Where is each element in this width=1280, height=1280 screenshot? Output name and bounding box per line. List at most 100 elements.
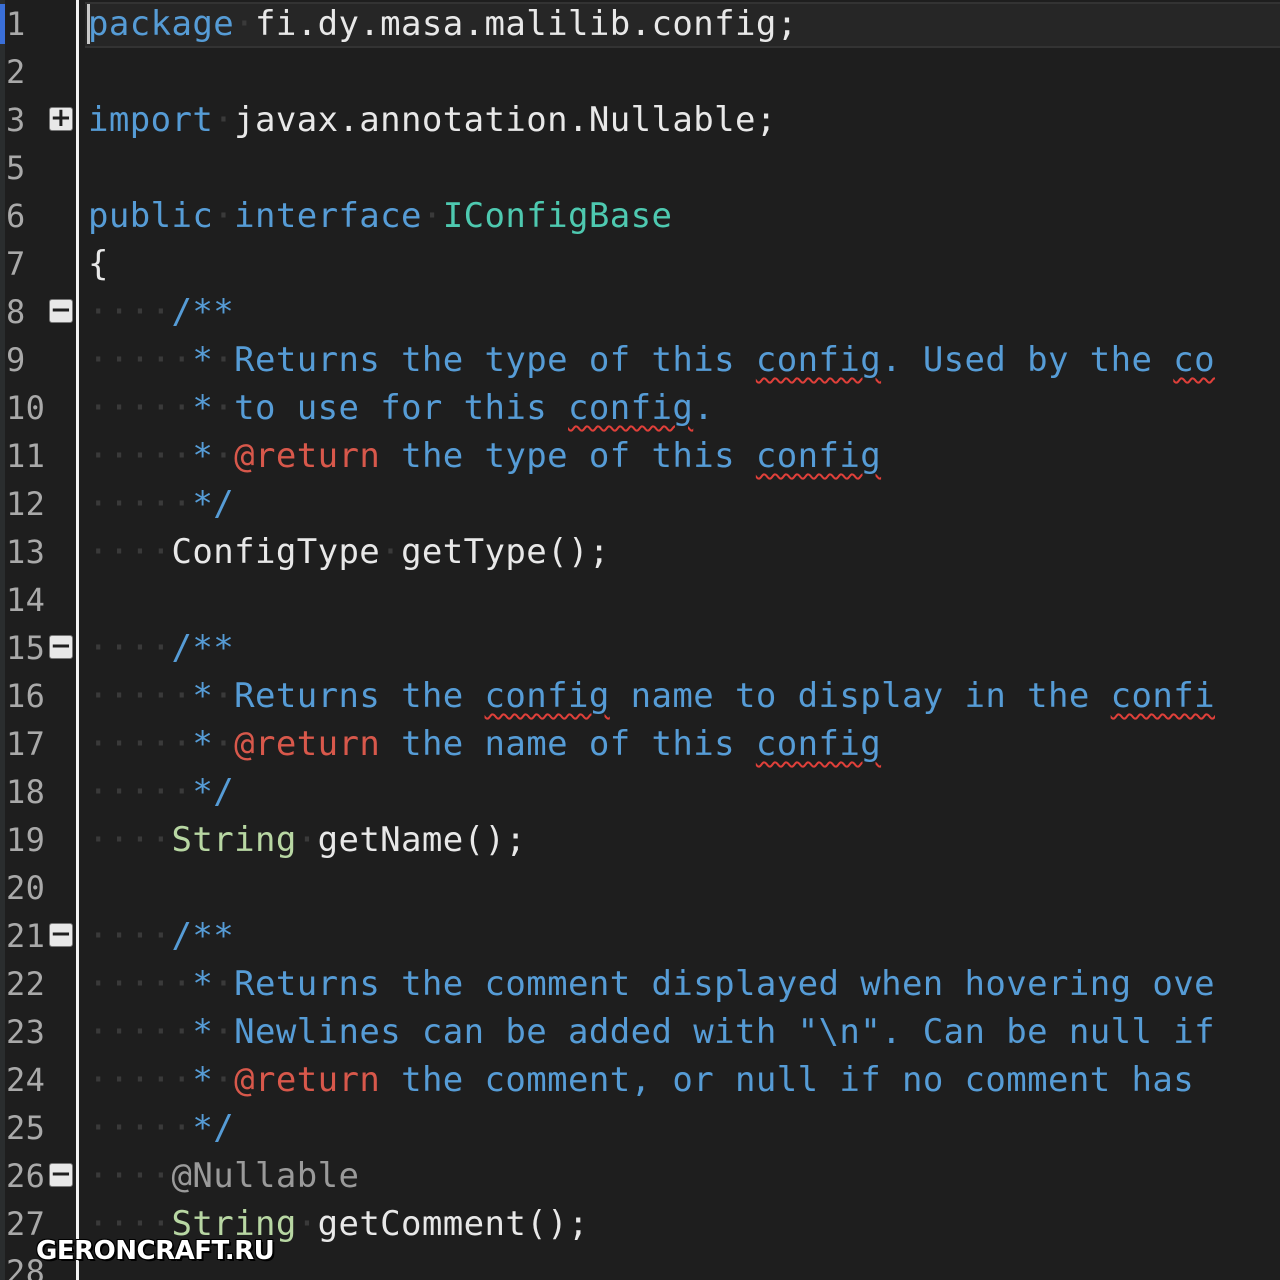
comment-star: *	[192, 1060, 214, 1100]
gutter-border	[76, 0, 79, 1280]
comment-close: */	[192, 1108, 235, 1148]
line-number: 3	[6, 101, 26, 139]
code-line-12[interactable]: ·····*/	[88, 480, 234, 528]
comment-text: the type of this	[380, 436, 756, 476]
javadoc-tag: @return	[234, 436, 381, 476]
code-line-1[interactable]: package·fi.dy.masa.malilib.config;	[88, 0, 798, 48]
collapse-fold-icon[interactable]: −	[49, 1161, 73, 1187]
spell-error: config	[755, 436, 882, 476]
collapse-fold-icon[interactable]: −	[49, 633, 73, 659]
code-editor[interactable]: 1 2 3 5 6 7 8 9 10 11 12 13 14 15 16 17 …	[0, 0, 1280, 1280]
code-line-24[interactable]: ·····*·@return the comment, or null if n…	[88, 1056, 1194, 1104]
line-number: 10	[6, 389, 46, 427]
comment-star: *	[192, 676, 214, 716]
line-number: 2	[6, 53, 26, 91]
code-line-3[interactable]: import·javax.annotation.Nullable;	[88, 96, 777, 144]
comment-star: *	[192, 724, 214, 764]
line-number: 14	[6, 581, 46, 619]
keyword: package	[88, 4, 235, 44]
line-number: 11	[6, 437, 46, 475]
line-number: 18	[6, 773, 46, 811]
annotation: @Nullable	[171, 1156, 360, 1196]
code-line-13[interactable]: ····ConfigType·getType();	[88, 528, 610, 576]
code-line-17[interactable]: ·····*·@return the name of this config	[88, 720, 881, 768]
return-type: ConfigType	[171, 532, 381, 572]
comment-star: *	[192, 340, 214, 380]
comment-open: /**	[171, 628, 235, 668]
line-number: 1	[6, 5, 26, 43]
comment-text: .	[693, 388, 715, 428]
code-line-26[interactable]: ····@Nullable	[88, 1152, 359, 1200]
javadoc-tag: @return	[234, 1060, 381, 1100]
comment-text: . Used by the	[881, 340, 1174, 380]
comment-text: Newlines can be added with "\n". Can be …	[234, 1012, 1215, 1052]
code-line-21[interactable]: ····/**	[88, 912, 234, 960]
line-number: 12	[6, 485, 46, 523]
code-line-9[interactable]: ·····*·Returns the type of this config. …	[88, 336, 1215, 384]
code-line-6[interactable]: public·interface·IConfigBase	[88, 192, 672, 240]
comment-open: /**	[171, 916, 235, 956]
comment-text: name to display in the	[609, 676, 1111, 716]
code-line-25[interactable]: ·····*/	[88, 1104, 234, 1152]
code-line-23[interactable]: ·····*·Newlines can be added with "\n". …	[88, 1008, 1215, 1056]
spell-error: co	[1173, 340, 1216, 380]
method-declaration: getType();	[401, 532, 610, 572]
line-number: 7	[6, 245, 26, 283]
code-line-19[interactable]: ····String·getName();	[88, 816, 526, 864]
code-line-15[interactable]: ····/**	[88, 624, 234, 672]
comment-star: *	[192, 436, 214, 476]
line-number: 25	[6, 1109, 46, 1147]
collapse-fold-icon[interactable]: −	[49, 921, 73, 947]
line-number: 15	[6, 629, 46, 667]
keyword: public	[88, 196, 214, 236]
comment-star: *	[192, 1012, 214, 1052]
watermark-logo: GERONCRAFT.RU	[36, 1236, 275, 1266]
comment-close: */	[192, 772, 235, 812]
code-line-18[interactable]: ·····*/	[88, 768, 234, 816]
code-line-8[interactable]: ····/**	[88, 288, 234, 336]
keyword: import	[88, 100, 214, 140]
line-number: 6	[6, 197, 26, 235]
spell-error: config	[755, 724, 882, 764]
code-line-11[interactable]: ·····*·@return the type of this config	[88, 432, 881, 480]
keyword: interface	[234, 196, 422, 236]
spell-error: config	[484, 676, 610, 716]
code-line-10[interactable]: ·····*·to use for this config.	[88, 384, 714, 432]
interface-name: IConfigBase	[442, 196, 673, 236]
comment-star: *	[192, 964, 214, 1004]
spell-error: confi	[1110, 676, 1215, 716]
comment-text: the comment, or null if no comment has	[380, 1060, 1195, 1100]
comment-text: Returns the	[234, 676, 485, 716]
line-number: 24	[6, 1061, 46, 1099]
comment-text: the name of this	[380, 724, 756, 764]
code-line-16[interactable]: ·····*·Returns the config name to displa…	[88, 672, 1215, 720]
spell-error: config	[755, 340, 882, 380]
javadoc-tag: @return	[234, 724, 381, 764]
line-number: 17	[6, 725, 46, 763]
spell-error: config	[568, 388, 694, 428]
comment-star: *	[192, 388, 214, 428]
line-number: 22	[6, 965, 46, 1003]
line-number: 16	[6, 677, 46, 715]
line-number: 8	[6, 293, 26, 331]
expand-fold-icon[interactable]: +	[49, 105, 73, 131]
line-number: 26	[6, 1157, 46, 1195]
code-line-7[interactable]: {	[88, 240, 109, 288]
brace: {	[88, 244, 109, 284]
line-number: 23	[6, 1013, 46, 1051]
code-line-22[interactable]: ·····*·Returns the comment displayed whe…	[88, 960, 1215, 1008]
comment-text: to use for this	[234, 388, 569, 428]
line-number: 19	[6, 821, 46, 859]
comment-text: Returns the type of this	[234, 340, 756, 380]
line-number: 21	[6, 917, 46, 955]
package-name: fi.dy.masa.malilib.config;	[254, 4, 798, 44]
collapse-fold-icon[interactable]: −	[49, 297, 73, 323]
line-number: 5	[6, 149, 26, 187]
line-number: 13	[6, 533, 46, 571]
comment-close: */	[192, 484, 235, 524]
comment-open: /**	[171, 292, 235, 332]
code-area[interactable]: package·fi.dy.masa.malilib.config; impor…	[88, 0, 1280, 1280]
method-declaration: getName();	[317, 820, 527, 860]
comment-text: Returns the comment displayed when hover…	[234, 964, 1215, 1004]
line-number: 20	[6, 869, 46, 907]
